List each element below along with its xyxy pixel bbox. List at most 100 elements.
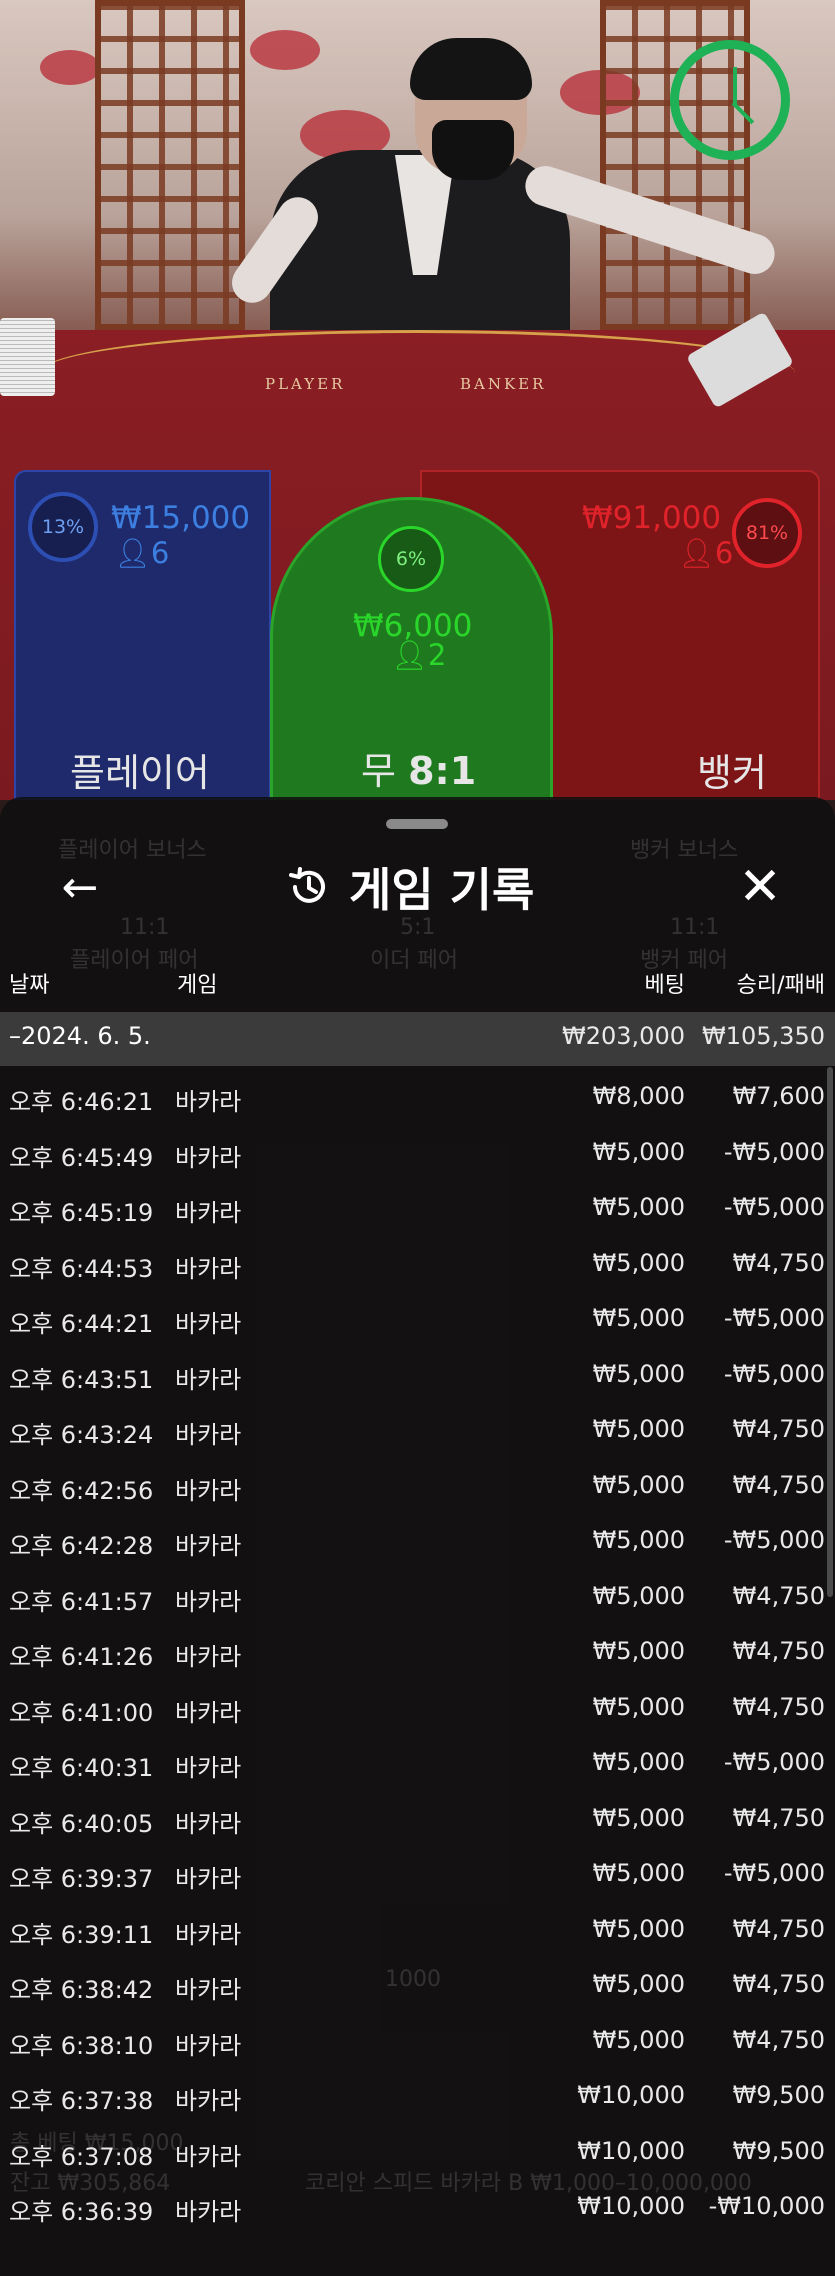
row-bet: ₩10,000	[577, 2136, 685, 2165]
history-row[interactable]: 오후 6:38:10 바카라 ₩5,000 ₩4,750	[0, 2016, 835, 2068]
history-row[interactable]: 오후 6:40:05 바카라 ₩5,000 ₩4,750	[0, 1794, 835, 1846]
history-icon	[289, 867, 325, 903]
column-winloss: 승리/패배	[736, 973, 825, 998]
arrow-left-icon[interactable]: ←	[50, 857, 110, 917]
row-game: 바카라	[175, 1920, 242, 1949]
row-game: 바카라	[175, 2142, 242, 2171]
scrollbar[interactable]	[827, 1067, 833, 1597]
row-winloss: ₩4,750	[732, 1637, 825, 1665]
history-row[interactable]: 오후 6:44:21 바카라 ₩5,000 -₩5,000	[0, 1294, 835, 1346]
row-bet: ₩5,000	[592, 1803, 685, 1832]
row-winloss: -₩5,000	[723, 1526, 825, 1554]
row-winloss: ₩4,750	[732, 1470, 825, 1499]
history-row[interactable]: 오후 6:45:49 바카라 ₩5,000 -₩5,000	[0, 1128, 835, 1180]
row-time: 오후 6:43:51	[9, 1365, 154, 1394]
group-date: –2024. 6. 5.	[9, 1022, 151, 1050]
history-row[interactable]: 오후 6:37:38 바카라 ₩10,000 ₩9,500	[0, 2071, 835, 2123]
row-winloss: ₩4,750	[732, 1415, 825, 1443]
row-game: 바카라	[175, 2087, 242, 2115]
tie-odds: 8:1	[408, 749, 477, 793]
history-row[interactable]: 오후 6:43:51 바카라 ₩5,000 -₩5,000	[0, 1350, 835, 1402]
row-game: 바카라	[175, 1643, 242, 1671]
row-bet: ₩5,000	[592, 1415, 685, 1443]
row-game: 바카라	[175, 1476, 242, 1505]
row-bet: ₩5,000	[592, 1304, 685, 1332]
row-winloss: -₩5,000	[723, 1193, 825, 1221]
row-winloss: ₩4,750	[732, 1692, 825, 1721]
row-bet: ₩5,000	[592, 1637, 685, 1665]
user-icon: 👤︎	[678, 536, 715, 570]
row-time: 오후 6:45:49	[9, 1143, 154, 1172]
close-icon[interactable]: ✕	[730, 857, 790, 917]
row-game: 바카라	[175, 1199, 242, 1227]
banker-bet-amount: ₩91,000	[582, 500, 722, 536]
player-bet-area[interactable]: 13% ₩15,000 👤︎6 플레이어	[14, 470, 271, 800]
row-winloss: -₩5,000	[723, 1859, 825, 1887]
banker-label: 뱅커	[697, 751, 767, 795]
row-game: 바카라	[175, 1809, 242, 1838]
history-row[interactable]: 오후 6:43:24 바카라 ₩5,000 ₩4,750	[0, 1405, 835, 1457]
row-winloss: ₩9,500	[732, 2081, 825, 2109]
drag-handle[interactable]	[386, 819, 448, 829]
row-time: 오후 6:44:21	[9, 1310, 154, 1338]
history-row[interactable]: 오후 6:44:53 바카라 ₩5,000 ₩4,750	[0, 1239, 835, 1291]
history-row[interactable]: 오후 6:45:19 바카라 ₩5,000 -₩5,000	[0, 1183, 835, 1235]
game-history-sheet: 플레이어 보너스 뱅커 보너스 11:1 플레이어 페어 5:1 이더 페어 1…	[0, 797, 835, 2276]
row-winloss: ₩4,750	[732, 1248, 825, 1277]
history-row[interactable]: 오후 6:39:37 바카라 ₩5,000 -₩5,000	[0, 1849, 835, 1901]
history-row[interactable]: 오후 6:36:39 바카라 ₩10,000 -₩10,000	[0, 2182, 835, 2234]
row-time: 오후 6:39:11	[9, 1920, 154, 1949]
history-row[interactable]: 오후 6:41:26 바카라 ₩5,000 ₩4,750	[0, 1627, 835, 1679]
player-percent: 13%	[28, 492, 98, 562]
user-icon: 👤︎	[391, 638, 428, 672]
row-bet: ₩5,000	[592, 1581, 685, 1610]
tie-bet-area[interactable]: 6% ₩6,000 👤︎2 무 8:1	[270, 497, 553, 800]
row-bet: ₩5,000	[592, 1248, 685, 1277]
row-winloss: ₩4,750	[732, 1914, 825, 1943]
row-game: 바카라	[175, 1365, 242, 1394]
row-time: 오후 6:38:42	[9, 1976, 154, 2004]
row-time: 오후 6:41:57	[9, 1587, 154, 1616]
player-label: 플레이어	[70, 751, 210, 795]
row-time: 오후 6:42:28	[9, 1532, 154, 1560]
history-row[interactable]: 오후 6:38:42 바카라 ₩5,000 ₩4,750	[0, 1960, 835, 2012]
row-game: 바카라	[175, 2198, 242, 2226]
row-bet: ₩5,000	[592, 2025, 685, 2054]
row-game: 바카라	[175, 1310, 242, 1338]
row-time: 오후 6:41:00	[9, 1698, 154, 1727]
history-row[interactable]: 오후 6:41:00 바카라 ₩5,000 ₩4,750	[0, 1683, 835, 1735]
row-game: 바카라	[175, 1976, 242, 2004]
history-row[interactable]: 오후 6:46:21 바카라 ₩8,000 ₩7,600	[0, 1072, 835, 1124]
row-winloss: ₩4,750	[732, 1970, 825, 1998]
row-winloss: -₩10,000	[708, 2192, 825, 2220]
column-game: 게임	[177, 973, 218, 998]
history-row[interactable]: 오후 6:37:08 바카라 ₩10,000 ₩9,500	[0, 2127, 835, 2179]
history-row[interactable]: 오후 6:42:28 바카라 ₩5,000 -₩5,000	[0, 1516, 835, 1568]
row-time: 오후 6:39:37	[9, 1865, 154, 1893]
row-winloss: ₩4,750	[732, 2025, 825, 2054]
sheet-header: ← 게임 기록 ✕	[0, 847, 835, 927]
date-group-row[interactable]: –2024. 6. 5. ₩203,000 ₩105,350	[0, 1012, 835, 1066]
row-winloss: -₩5,000	[723, 1748, 825, 1776]
row-bet: ₩8,000	[592, 1082, 685, 1110]
blossom-decor	[40, 50, 100, 85]
row-winloss: ₩4,750	[732, 1803, 825, 1832]
row-game: 바카라	[175, 1421, 242, 1449]
column-bet: 베팅	[644, 973, 685, 998]
row-time: 오후 6:44:53	[9, 1254, 154, 1283]
row-bet: ₩5,000	[592, 1859, 685, 1887]
group-winloss-total: ₩105,350	[702, 1022, 825, 1050]
row-bet: ₩5,000	[592, 1748, 685, 1776]
row-bet: ₩5,000	[592, 1692, 685, 1721]
dealer-mask	[432, 120, 514, 180]
row-game: 바카라	[175, 2031, 242, 2060]
row-winloss: ₩7,600	[732, 1082, 825, 1110]
row-game: 바카라	[175, 1865, 242, 1893]
history-row[interactable]: 오후 6:39:11 바카라 ₩5,000 ₩4,750	[0, 1905, 835, 1957]
history-row[interactable]: 오후 6:42:56 바카라 ₩5,000 ₩4,750	[0, 1461, 835, 1513]
history-row[interactable]: 오후 6:41:57 바카라 ₩5,000 ₩4,750	[0, 1572, 835, 1624]
lattice-panel-left	[95, 0, 245, 330]
row-time: 오후 6:40:31	[9, 1754, 154, 1782]
title-group: 게임 기록	[285, 859, 534, 917]
history-row[interactable]: 오후 6:40:31 바카라 ₩5,000 -₩5,000	[0, 1738, 835, 1790]
